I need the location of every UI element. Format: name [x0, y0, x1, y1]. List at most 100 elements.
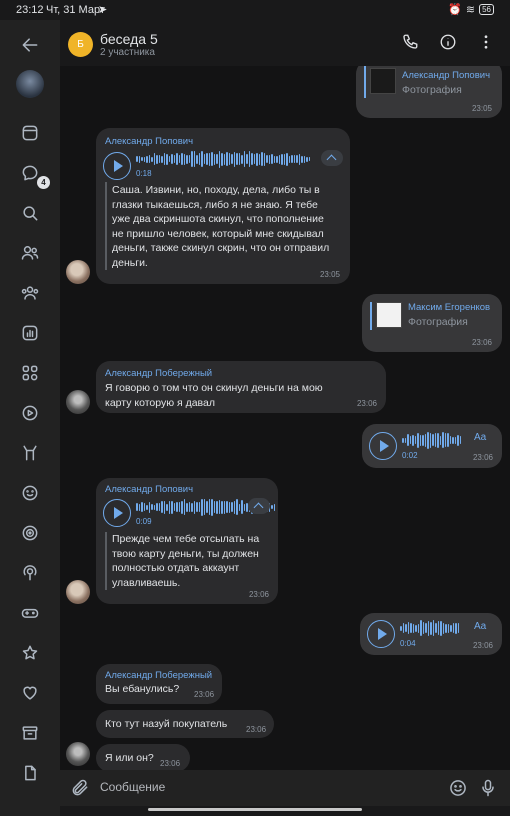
sender-avatar[interactable] [66, 742, 90, 766]
star-icon[interactable] [15, 638, 45, 668]
waveform-bar [168, 500, 170, 514]
play-button[interactable] [369, 432, 397, 460]
waveform-bar [444, 433, 446, 447]
voice-duration: 0:18 [136, 169, 152, 178]
services-icon[interactable] [15, 358, 45, 388]
voice-waveform[interactable] [400, 619, 459, 637]
forwarded-photo-message[interactable]: Александр Попович Фотография 23:05 [356, 66, 502, 118]
collapse-transcript-button[interactable] [321, 150, 343, 166]
voice-waveform[interactable] [402, 431, 461, 449]
voice-message-outgoing[interactable]: 0:04 Aa 23:06 [360, 613, 502, 655]
back-arrow-icon[interactable] [15, 30, 45, 60]
communities-icon[interactable] [15, 278, 45, 308]
sender-name[interactable]: Александр Побережный [105, 670, 212, 681]
attach-icon[interactable] [70, 778, 90, 798]
chat-title[interactable]: беседа 5 [100, 31, 158, 47]
text-message[interactable]: Я или он? 23:06 [96, 744, 190, 770]
waveform-bar [233, 500, 235, 514]
waveform-bar [148, 155, 150, 163]
waveform-bar [181, 153, 183, 165]
play-button[interactable] [103, 499, 131, 527]
waveform-bar [271, 505, 273, 509]
waveform-bar [410, 623, 412, 633]
waveform-bar [158, 155, 160, 163]
waveform-bar [449, 436, 451, 444]
voice-message-outgoing[interactable]: 0:02 Aa 23:06 [362, 424, 502, 468]
waveform-bar [228, 501, 230, 513]
documents-icon[interactable] [15, 758, 45, 788]
voice-duration: 0:02 [402, 451, 418, 460]
waveform-bar [136, 156, 138, 162]
waveform-bar [261, 152, 263, 166]
sender-name[interactable]: Александр Попович [105, 136, 193, 147]
waveform-bar [263, 152, 265, 166]
alarm-icon: ⏰ [448, 4, 462, 16]
microphone-icon[interactable] [478, 778, 498, 798]
transcribe-button[interactable]: Aa [474, 621, 486, 632]
sender-avatar[interactable] [66, 580, 90, 604]
more-menu-icon[interactable] [472, 28, 500, 56]
photo-thumbnail[interactable] [370, 68, 396, 94]
clips-icon[interactable] [15, 438, 45, 468]
archive-icon[interactable] [15, 718, 45, 748]
voice-waveform[interactable] [136, 150, 310, 168]
waveform-bar [455, 622, 457, 634]
news-icon[interactable] [15, 118, 45, 148]
chat-avatar[interactable]: Б [68, 32, 93, 57]
forward-author[interactable]: Максим Егоренков [408, 302, 490, 313]
voice-message[interactable]: Александр Попович 0:09 Прежде чем тебе о… [96, 478, 278, 604]
sender-name[interactable]: Александр Побережный [105, 368, 212, 379]
waveform-bar [412, 623, 414, 633]
message-time: 23:06 [194, 690, 215, 699]
waveform-bar [166, 503, 168, 511]
waveform-bar [203, 499, 205, 515]
battery-icon: 56 [479, 4, 494, 15]
video-icon[interactable] [15, 398, 45, 428]
sender-avatar[interactable] [66, 260, 90, 284]
forward-kind: Фотография [402, 84, 462, 96]
message-input[interactable]: Сообщение [100, 780, 165, 794]
waveform-bar [400, 625, 402, 631]
games-icon[interactable] [15, 598, 45, 628]
profile-avatar[interactable] [16, 70, 44, 98]
play-button[interactable] [367, 620, 395, 648]
message-text: Я говорю о том что он скинул деньги на м… [105, 381, 323, 410]
waveform-bar [188, 502, 190, 512]
call-icon[interactable] [396, 28, 424, 56]
collapse-transcript-button[interactable] [248, 498, 270, 514]
text-message[interactable]: Кто тут назуй покупатель 23:06 [96, 710, 274, 738]
message-list[interactable]: Александр Попович Фотография 23:05 Алекс… [60, 66, 510, 770]
search-icon[interactable] [15, 198, 45, 228]
text-message[interactable]: Александр Побережный Я говорю о том что … [96, 361, 386, 413]
waveform-bar [186, 502, 188, 512]
waveform-bar [417, 623, 419, 633]
waveform-bar [213, 153, 215, 165]
play-button[interactable] [103, 152, 131, 180]
waveform-bar [166, 153, 168, 165]
waveform-bar [236, 153, 238, 165]
voice-message[interactable]: Александр Попович 0:18 Саша. Извини, но,… [96, 128, 350, 284]
waveform-bar [141, 157, 143, 161]
sender-avatar[interactable] [66, 390, 90, 414]
photo-thumbnail[interactable] [376, 302, 402, 328]
voice-transcript: Прежде чем тебе отсылать на твою карту д… [112, 532, 259, 590]
forward-bar [364, 66, 366, 98]
forward-author[interactable]: Александр Попович [402, 70, 490, 81]
waveform-bar [251, 153, 253, 165]
waveform-bar [193, 500, 195, 514]
transcribe-button[interactable]: Aa [474, 432, 486, 443]
stats-icon[interactable] [15, 318, 45, 348]
waveform-bar [442, 622, 444, 634]
emoji-icon[interactable] [448, 778, 468, 798]
friends-icon[interactable] [15, 238, 45, 268]
podcasts-icon[interactable] [15, 558, 45, 588]
heart-icon[interactable] [15, 678, 45, 708]
waveform-bar [447, 433, 449, 447]
text-message[interactable]: Александр Побережный Вы ебанулись? 23:06 [96, 664, 222, 704]
stickers-icon[interactable] [15, 478, 45, 508]
target-icon[interactable] [15, 518, 45, 548]
info-icon[interactable] [434, 28, 462, 56]
forwarded-photo-message[interactable]: Максим Егоренков Фотография 23:06 [362, 294, 502, 352]
gesture-nav-bar[interactable] [148, 808, 362, 811]
sender-name[interactable]: Александр Попович [105, 484, 193, 495]
